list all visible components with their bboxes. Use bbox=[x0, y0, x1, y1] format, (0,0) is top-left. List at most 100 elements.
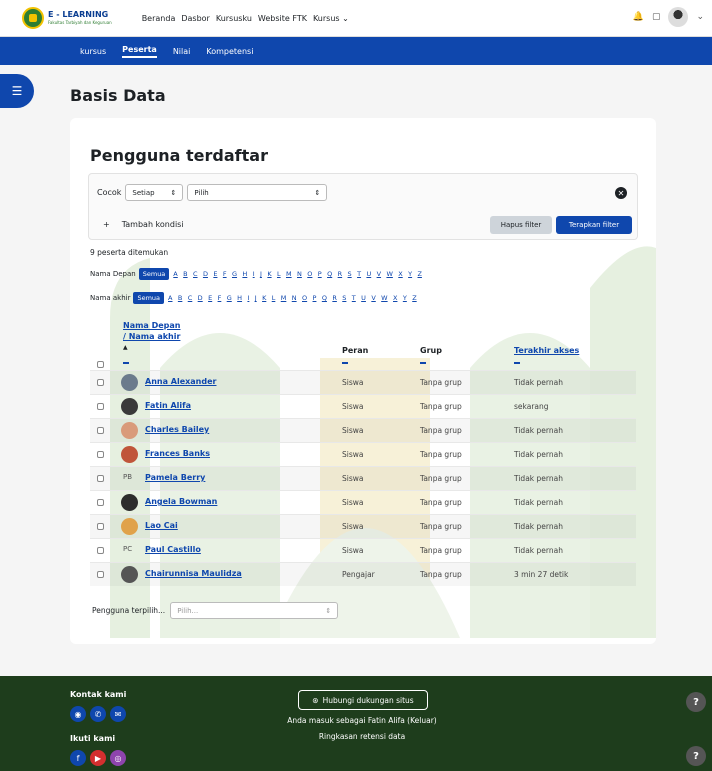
first-initial-n[interactable]: N bbox=[297, 270, 302, 278]
instagram-icon[interactable]: ◎ bbox=[110, 750, 126, 766]
first-initial-v[interactable]: V bbox=[377, 270, 381, 278]
user-name-link[interactable]: Chairunnisa Maulidza bbox=[145, 569, 242, 578]
tab-kursus[interactable]: kursus bbox=[80, 47, 106, 56]
last-initial-f[interactable]: F bbox=[218, 294, 222, 302]
last-access-column-header[interactable]: Terakhir akses bbox=[514, 346, 579, 355]
select-all-checkbox[interactable] bbox=[97, 361, 104, 368]
nav-website-ftk[interactable]: Website FTK bbox=[258, 14, 307, 23]
email-icon[interactable]: ✉ bbox=[110, 706, 126, 722]
match-select[interactable]: Setiap ⇕ bbox=[125, 184, 184, 201]
first-initial-all[interactable]: Semua bbox=[138, 268, 170, 280]
collapse-name-icon[interactable] bbox=[123, 362, 129, 364]
user-name-link[interactable]: Pamela Berry bbox=[145, 473, 205, 482]
last-initial-p[interactable]: P bbox=[313, 294, 317, 302]
last-initial-i[interactable]: I bbox=[247, 294, 249, 302]
user-name-link[interactable]: Lao Cai bbox=[145, 521, 178, 530]
row-checkbox[interactable] bbox=[97, 403, 104, 410]
user-name-link[interactable]: Angela Bowman bbox=[145, 497, 217, 506]
first-initial-e[interactable]: E bbox=[213, 270, 217, 278]
first-initial-b[interactable]: B bbox=[183, 270, 187, 278]
last-initial-q[interactable]: Q bbox=[322, 294, 327, 302]
site-logo[interactable]: E - LEARNING Fakultas Tarbiyah dan Kegur… bbox=[22, 7, 112, 29]
last-initial-j[interactable]: J bbox=[255, 294, 257, 302]
user-name-link[interactable]: Charles Bailey bbox=[145, 425, 209, 434]
first-initial-u[interactable]: U bbox=[366, 270, 371, 278]
row-checkbox[interactable] bbox=[97, 547, 104, 554]
last-initial-r[interactable]: R bbox=[332, 294, 337, 302]
first-initial-r[interactable]: R bbox=[338, 270, 343, 278]
first-initial-g[interactable]: G bbox=[232, 270, 237, 278]
last-initial-s[interactable]: S bbox=[342, 294, 346, 302]
row-checkbox[interactable] bbox=[97, 475, 104, 482]
first-initial-z[interactable]: Z bbox=[417, 270, 421, 278]
collapse-access-icon[interactable] bbox=[514, 362, 520, 364]
website-icon[interactable]: ◉ bbox=[70, 706, 86, 722]
user-name-link[interactable]: Anna Alexander bbox=[145, 377, 216, 386]
apply-filter-button[interactable]: Terapkan filter bbox=[556, 216, 632, 234]
chevron-down-icon[interactable]: ⌄ bbox=[696, 12, 704, 22]
last-initial-k[interactable]: K bbox=[262, 294, 266, 302]
help-button-secondary[interactable]: ? bbox=[686, 746, 706, 766]
first-initial-j[interactable]: J bbox=[260, 270, 262, 278]
last-initial-w[interactable]: W bbox=[381, 294, 387, 302]
tab-peserta[interactable]: Peserta bbox=[122, 45, 157, 58]
sort-last-name[interactable]: / Nama akhir bbox=[123, 331, 181, 342]
nav-dasbor[interactable]: Dasbor bbox=[181, 14, 210, 23]
user-name-link[interactable]: Fatin Alifa bbox=[145, 401, 191, 410]
first-initial-f[interactable]: F bbox=[223, 270, 227, 278]
last-initial-m[interactable]: M bbox=[281, 294, 287, 302]
last-initial-v[interactable]: V bbox=[371, 294, 375, 302]
filter-type-select[interactable]: Pilih ⇕ bbox=[187, 184, 328, 201]
collapse-role-icon[interactable] bbox=[342, 362, 348, 364]
first-initial-a[interactable]: A bbox=[173, 270, 177, 278]
last-initial-y[interactable]: Y bbox=[403, 294, 407, 302]
first-initial-i[interactable]: I bbox=[253, 270, 255, 278]
last-initial-all[interactable]: Semua bbox=[133, 292, 165, 304]
last-initial-l[interactable]: L bbox=[272, 294, 276, 302]
first-initial-l[interactable]: L bbox=[277, 270, 281, 278]
last-initial-h[interactable]: H bbox=[237, 294, 242, 302]
first-initial-t[interactable]: T bbox=[357, 270, 361, 278]
first-initial-k[interactable]: K bbox=[267, 270, 271, 278]
last-initial-a[interactable]: A bbox=[168, 294, 172, 302]
last-initial-d[interactable]: D bbox=[198, 294, 203, 302]
course-index-toggle-button[interactable]: ☰ bbox=[0, 74, 34, 108]
collapse-group-icon[interactable] bbox=[420, 362, 426, 364]
last-initial-z[interactable]: Z bbox=[412, 294, 416, 302]
user-name-link[interactable]: Paul Castillo bbox=[145, 545, 201, 554]
first-initial-s[interactable]: S bbox=[348, 270, 352, 278]
nav-kursus-dropdown[interactable]: Kursus ⌄ bbox=[313, 14, 349, 23]
last-initial-c[interactable]: C bbox=[188, 294, 193, 302]
tab-kompetensi[interactable]: Kompetensi bbox=[206, 47, 253, 56]
row-checkbox[interactable] bbox=[97, 571, 104, 578]
facebook-icon[interactable]: f bbox=[70, 750, 86, 766]
last-initial-x[interactable]: X bbox=[393, 294, 397, 302]
first-initial-q[interactable]: Q bbox=[327, 270, 332, 278]
message-drawer-icon[interactable]: ▢ bbox=[652, 12, 661, 22]
remove-condition-icon[interactable]: ✕ bbox=[615, 187, 627, 199]
clear-filter-button[interactable]: Hapus filter bbox=[490, 216, 552, 234]
first-initial-x[interactable]: X bbox=[398, 270, 402, 278]
sort-first-name[interactable]: Nama Depan bbox=[123, 320, 181, 331]
first-initial-d[interactable]: D bbox=[203, 270, 208, 278]
row-checkbox[interactable] bbox=[97, 499, 104, 506]
youtube-icon[interactable]: ▶ bbox=[90, 750, 106, 766]
last-initial-u[interactable]: U bbox=[361, 294, 366, 302]
first-initial-w[interactable]: W bbox=[386, 270, 392, 278]
logged-in-info[interactable]: Anda masuk sebagai Fatin Alifa (Keluar) bbox=[260, 716, 464, 725]
first-initial-y[interactable]: Y bbox=[408, 270, 412, 278]
user-avatar[interactable] bbox=[668, 7, 689, 27]
nav-beranda[interactable]: Beranda bbox=[142, 14, 176, 23]
add-condition-button[interactable]: + Tambah kondisi bbox=[103, 220, 184, 229]
first-initial-m[interactable]: M bbox=[286, 270, 292, 278]
row-checkbox[interactable] bbox=[97, 451, 104, 458]
data-retention-link[interactable]: Ringkasan retensi data bbox=[260, 732, 464, 741]
first-initial-c[interactable]: C bbox=[193, 270, 198, 278]
help-button[interactable]: ? bbox=[686, 692, 706, 712]
row-checkbox[interactable] bbox=[97, 379, 104, 386]
bulk-action-select[interactable]: Pilih... ⇕ bbox=[170, 602, 339, 619]
last-initial-t[interactable]: T bbox=[352, 294, 356, 302]
first-initial-p[interactable]: P bbox=[318, 270, 322, 278]
nav-kursusku[interactable]: Kursusku bbox=[216, 14, 252, 23]
phone-icon[interactable]: ✆ bbox=[90, 706, 106, 722]
